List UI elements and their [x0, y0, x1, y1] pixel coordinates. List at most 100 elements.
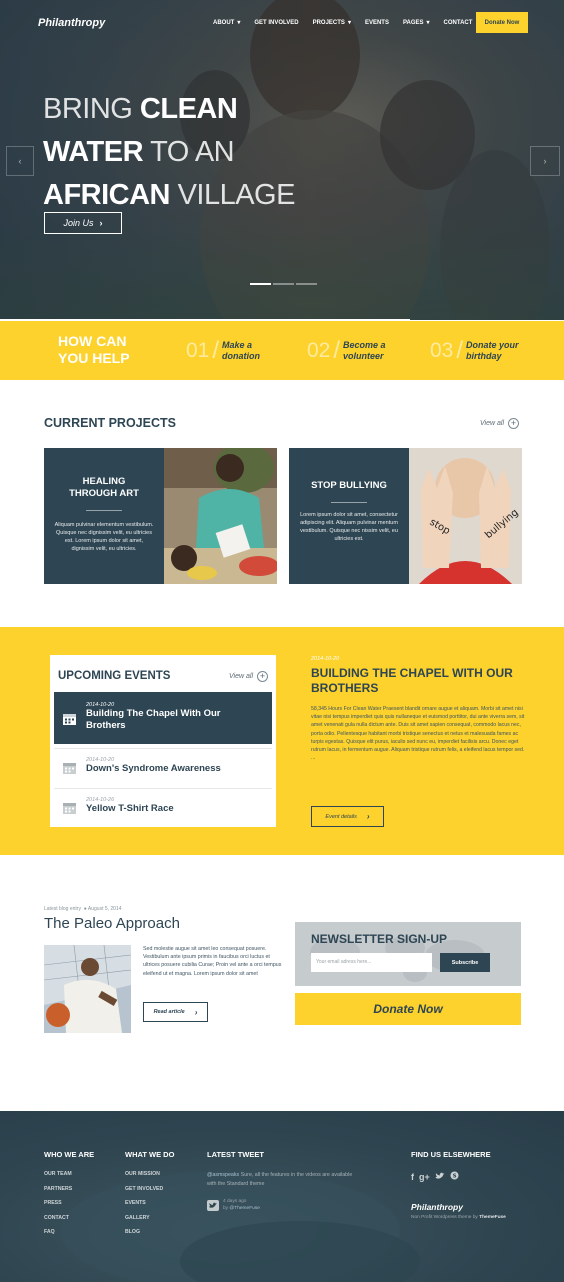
event-name: Down's Syndrome Awareness [86, 763, 221, 774]
project-photo [164, 448, 277, 584]
facebook-icon[interactable]: f [411, 1172, 414, 1182]
nav-label: PROJECTS [312, 19, 345, 26]
chevron-down-icon: ▾ [347, 20, 351, 26]
blog-title[interactable]: The Paleo Approach [44, 915, 180, 932]
footer-credit-link[interactable]: ThemeFuse [479, 1215, 506, 1220]
nav-about[interactable]: ABOUT ▾ [213, 19, 241, 27]
project-title-line: THROUGH ART [69, 488, 139, 499]
site-logo[interactable]: Philanthropy [38, 17, 105, 29]
nav-events[interactable]: EVENTS [365, 19, 389, 26]
footer-link[interactable]: BLOG [125, 1229, 174, 1235]
project-card-healing[interactable]: HEALING THROUGH ART Aliquam pulvinar elem… [44, 448, 277, 584]
footer-link[interactable]: CONTACT [44, 1215, 94, 1221]
donate-now-large-button[interactable]: Donate Now [295, 993, 521, 1025]
twitter-icon[interactable] [435, 1172, 445, 1182]
headline-text: AFRICAN [43, 179, 171, 211]
footer-link[interactable]: EVENTS [125, 1200, 174, 1206]
slider-dot[interactable] [296, 283, 317, 285]
chevron-left-icon: ‹ [18, 156, 22, 166]
footer-link[interactable]: PARTNERS [44, 1186, 94, 1192]
headline-text: VILLAGE [177, 179, 296, 211]
step-label: Make a [222, 340, 253, 350]
upcoming-events-title: UPCOMING EVENTS [58, 670, 171, 682]
footer-link[interactable]: GET INVOLVED [125, 1186, 174, 1192]
donate-now-button[interactable]: Donate Now [476, 12, 528, 33]
button-label: Event details [325, 813, 357, 820]
projects-view-all-link[interactable]: View all + [480, 418, 519, 429]
footer-col-latest-tweet: LATEST TWEET @asmspeaks Sure, all the fe… [207, 1150, 357, 1212]
blog-meta: Latest blog entry ● August 5, 2014 [44, 906, 122, 912]
svg-text:S: S [452, 1174, 456, 1180]
slider-prev-button[interactable]: ‹ [6, 146, 34, 176]
chevron-down-icon: ▾ [237, 20, 241, 26]
event-name: Yellow T-Shirt Race [86, 803, 174, 814]
project-photo: stop bullying [409, 448, 522, 584]
slider-next-button[interactable]: › [530, 146, 560, 176]
newsletter-email-input[interactable]: Your email adress here... [311, 953, 432, 972]
newsletter-title: NEWSLETTER SIGN-UP [311, 932, 448, 946]
event-item[interactable]: 2014-10-26 Yellow T-Shirt Race [54, 788, 272, 828]
nav-get-involved[interactable]: GET INVOLVED [254, 19, 298, 26]
blog-excerpt: Sed molestie augue sit amet leo consequa… [143, 946, 282, 977]
google-plus-icon[interactable]: g+ [419, 1172, 430, 1182]
tweet-meta: 4 days ago by @ThemeFuse [207, 1198, 357, 1212]
view-all-label: View all [229, 673, 253, 680]
footer-logo[interactable]: Philanthropy [411, 1202, 506, 1212]
events-view-all-link[interactable]: View all + [229, 671, 268, 682]
footer-link[interactable]: FAQ [44, 1229, 94, 1235]
help-title: HOW CAN YOU HELP [58, 333, 130, 367]
footer-link[interactable]: OUR TEAM [44, 1171, 94, 1177]
help-step-volunteer[interactable]: 02/ Become a volunteer [307, 337, 403, 365]
event-item[interactable]: 2014-10-20 Building The Chapel With Our B… [54, 692, 272, 744]
help-title-line: HOW CAN [58, 333, 127, 349]
nav-contact[interactable]: CONTACT [444, 19, 473, 26]
headline-text: CLEAN [139, 93, 238, 125]
nav-label: GET INVOLVED [254, 19, 299, 26]
footer-link[interactable]: GALLERY [125, 1215, 174, 1221]
help-title-line: YOU HELP [58, 350, 130, 366]
slider-dot[interactable] [273, 283, 294, 285]
blog-date: August 5, 2014 [87, 906, 122, 912]
footer-link[interactable]: PRESS [44, 1200, 94, 1206]
footer-heading: WHAT WE DO [125, 1150, 175, 1159]
chevron-down-icon: ▾ [426, 20, 430, 26]
featured-event-title[interactable]: BUILDING THE CHAPEL WITH OUR BROTHERS [311, 666, 526, 696]
project-panel: STOP BULLYING Lorem ipsum dolor sit amet… [289, 448, 409, 584]
how-can-you-help-band: HOW CAN YOU HELP 01/ Make a donation 02/ … [0, 321, 564, 380]
footer-link[interactable]: OUR MISSION [125, 1171, 174, 1177]
read-article-button[interactable]: Read article › [143, 1002, 208, 1022]
event-item[interactable]: 2014-10-20 Down's Syndrome Awareness [54, 748, 272, 788]
chevron-right-icon: › [543, 156, 547, 166]
view-all-label: View all [480, 420, 504, 427]
nav-pages[interactable]: PAGES ▾ [403, 19, 430, 27]
nav-label: CONTACT [443, 19, 473, 26]
footer-heading: LATEST TWEET [207, 1150, 264, 1159]
project-card-stop-bullying[interactable]: STOP BULLYING Lorem ipsum dolor sit amet… [289, 448, 522, 584]
join-us-button[interactable]: Join Us › [44, 212, 122, 234]
event-name-line: Building The Chapel With Our [86, 708, 221, 719]
event-details-button[interactable]: Event details › [311, 806, 384, 827]
help-step-birthday[interactable]: 03/ Donate your birthday [430, 337, 526, 365]
project-panel: HEALING THROUGH ART Aliquam pulvinar elem… [44, 448, 164, 584]
slider-dot[interactable] [250, 283, 271, 285]
plus-circle-icon: + [257, 671, 268, 682]
twitter-icon [207, 1199, 219, 1211]
tweet-text: @asmspeaks Sure, all the features in the… [207, 1171, 357, 1188]
help-step-donation[interactable]: 01/ Make a donation [186, 337, 282, 365]
blog-image [44, 945, 131, 1033]
footer-heading: FIND US ELSEWHERE [411, 1150, 491, 1159]
step-label: birthday [466, 351, 502, 361]
nav-projects[interactable]: PROJECTS ▾ [312, 19, 351, 27]
footer-col-what-we-do: WHAT WE DO OUR MISSION GET INVOLVED EVEN… [125, 1150, 174, 1244]
step-label: volunteer [343, 351, 384, 361]
upcoming-events-box: UPCOMING EVENTS View all + 2014-10-20 Bui… [50, 655, 276, 827]
child-drawing-photo [164, 448, 277, 584]
nav-label: EVENTS [364, 19, 389, 26]
nav-label: ABOUT [213, 19, 235, 26]
tweet-author[interactable]: @ThemeFuse [229, 1206, 259, 1211]
tweet-handle[interactable]: @asmspeaks [207, 1172, 239, 1178]
skype-icon[interactable]: S [450, 1171, 459, 1182]
subscribe-button[interactable]: Subscribe [440, 953, 490, 972]
slash-divider: / [212, 337, 220, 364]
chevron-right-icon: › [99, 218, 103, 228]
